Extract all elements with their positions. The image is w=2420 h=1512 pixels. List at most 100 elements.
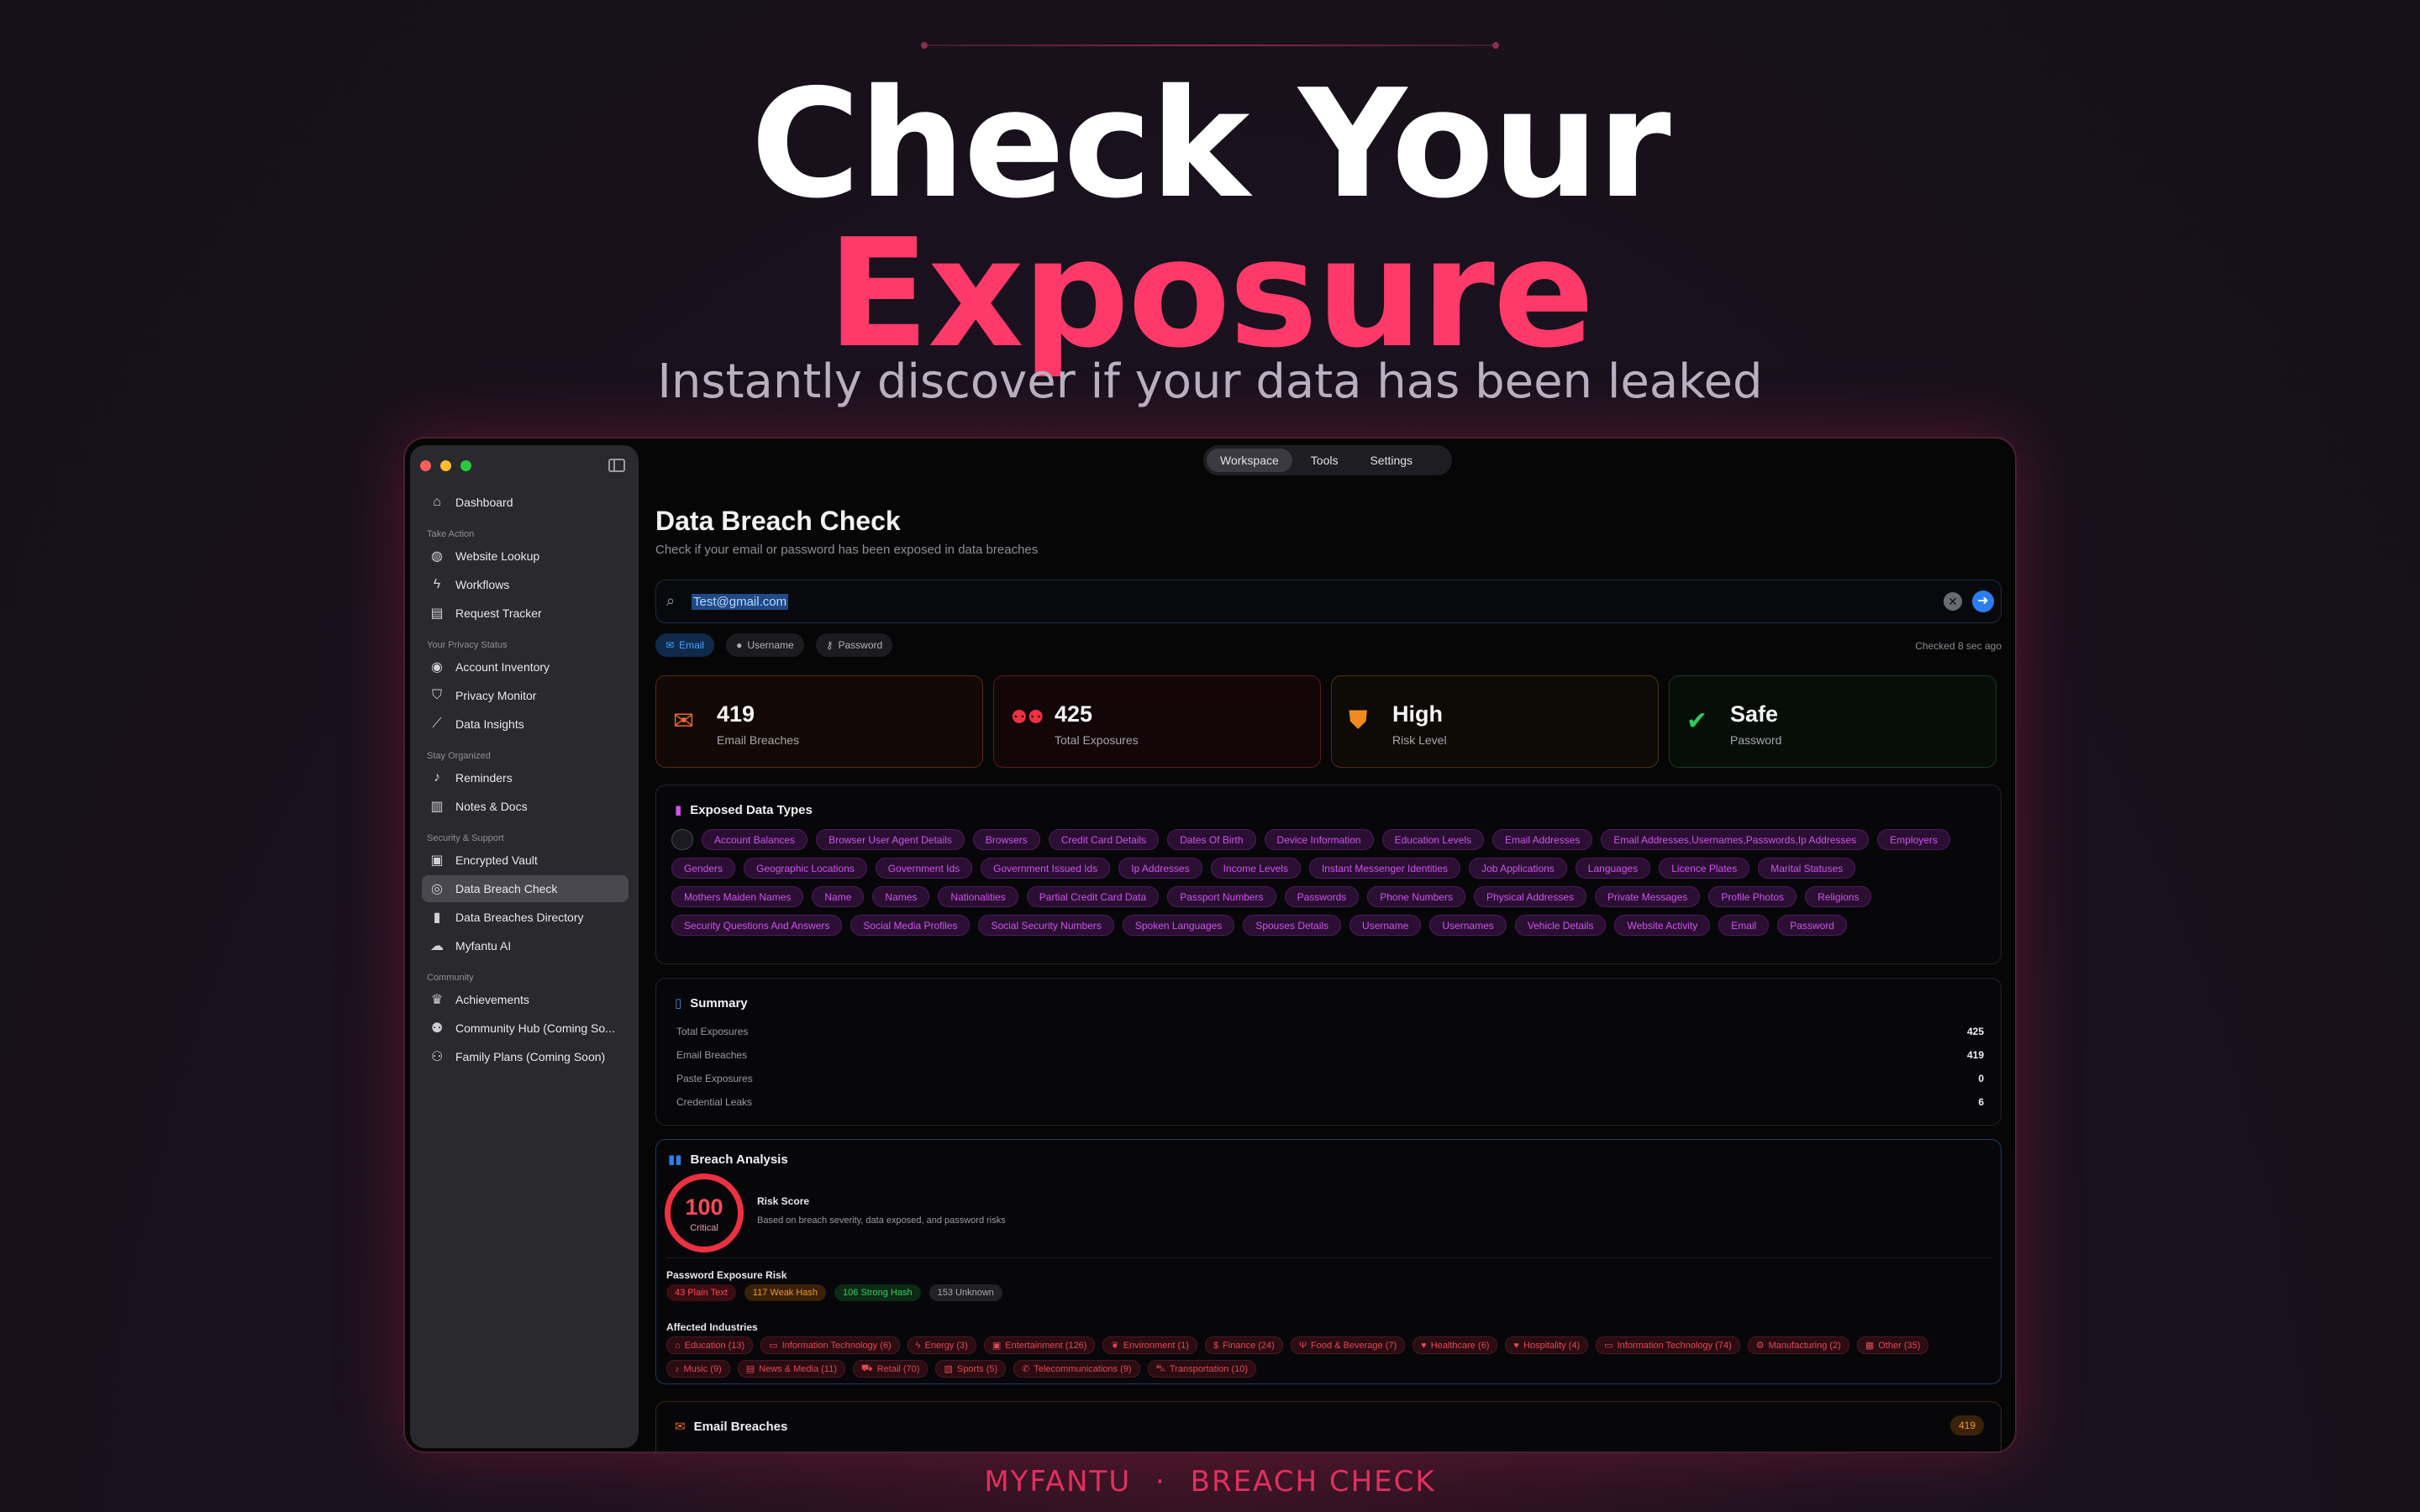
breach-icon: ◎ [431, 882, 443, 896]
data-type-tag: Email [1718, 915, 1770, 936]
industry-label: Manufacturing (2) [1768, 1340, 1841, 1351]
data-type-tag: Name [812, 886, 865, 907]
stat-label: Email Breaches [717, 733, 800, 747]
mode-email-pill[interactable]: ✉ Email [655, 633, 715, 657]
sidebar-section-security-support: Security & Support [427, 833, 504, 843]
data-type-tag: Government Ids [875, 858, 973, 879]
data-type-tag: Account Balances [702, 829, 808, 850]
envelope-icon: ✉ [675, 1420, 686, 1434]
document-icon: ▯ [675, 996, 682, 1011]
breach-analysis-header: ▮▮ Breach Analysis [668, 1152, 788, 1168]
email-breaches-card: ✉ Email Breaches 419 [655, 1401, 2002, 1452]
envelope-icon: ✉ [673, 707, 695, 735]
password-risk-badge: 117 Weak Hash [744, 1284, 827, 1301]
sidebar-item-notes-docs[interactable]: ▥ Notes & Docs [422, 793, 629, 820]
sidebar-section-community: Community [427, 973, 474, 983]
sports-icon: ▧ [944, 1364, 953, 1374]
breach-analysis-card: ▮▮ Breach Analysis 100 Critical Risk Sco… [655, 1139, 2002, 1384]
sidebar-item-data-insights[interactable]: ⟋ Data Insights [422, 711, 629, 738]
industry-label: Finance (24) [1223, 1340, 1275, 1351]
sidebar-item-label: Dashboard [455, 496, 513, 509]
industry-label: Entertainment (126) [1005, 1340, 1087, 1351]
stat-value: 419 [717, 701, 755, 727]
data-type-tag: Income Levels [1210, 858, 1301, 879]
mode-password-pill[interactable]: ⚷ Password [815, 633, 893, 657]
summary-row-label: Paste Exposures [676, 1073, 753, 1084]
mode-username-pill[interactable]: ● Username [726, 633, 804, 657]
sidebar-item-data-breaches-directory[interactable]: ▮ Data Breaches Directory [422, 904, 629, 931]
sidebar-item-family-plans-coming-soon[interactable]: ⚇ Family Plans (Coming Soon) [422, 1043, 629, 1070]
lock-icon: ▣ [430, 853, 444, 868]
minimize-window-button[interactable] [440, 460, 451, 471]
sidebar-item-encrypted-vault[interactable]: ▣ Encrypted Vault [422, 847, 629, 874]
hero-subtitle: Instantly discover if your data has been… [657, 354, 1763, 409]
stat-card-total-exposures: ⚉⚉ 425 Total Exposures [993, 675, 1321, 768]
exposed-data-card: ▮ Exposed Data Types Account Balances Bro… [655, 785, 2002, 964]
data-type-tag: Ip Addresses [1118, 858, 1202, 879]
sidebar-item-label: Community Hub (Coming So... [455, 1021, 615, 1035]
sidebar-item-account-inventory[interactable]: ◉ Account Inventory [422, 654, 629, 680]
data-type-tag: Username [1349, 915, 1422, 936]
sidebar-item-myfantu-ai[interactable]: ☁ Myfantu AI [422, 932, 629, 959]
cart-icon: ⛟ [860, 1362, 873, 1373]
data-type-tag: Government Issued Ids [981, 858, 1111, 879]
industry-label: Music (9) [683, 1363, 722, 1374]
close-window-button[interactable] [420, 460, 431, 471]
page-subtitle: Check if your email or password has been… [655, 543, 1039, 557]
data-type-tag: Passport Numbers [1167, 886, 1276, 907]
bolt-icon: ϟ [915, 1340, 921, 1351]
clear-icon[interactable]: ✕ [1944, 592, 1962, 611]
risk-score-label: Critical [690, 1223, 718, 1233]
search-input[interactable]: Test@gmail.com [692, 594, 789, 610]
monitor-icon: ▭ [769, 1341, 778, 1351]
sidebar-item-workflows[interactable]: ϟ Workflows [422, 571, 629, 598]
sidebar-item-request-tracker[interactable]: ▤ Request Tracker [422, 600, 629, 627]
submit-arrow-icon[interactable]: ➜ [1972, 591, 1994, 612]
industry-label: Education (13) [684, 1340, 745, 1351]
search-icon: ⌕ [666, 592, 676, 609]
sidebar-item-dashboard[interactable]: ⌂ Dashboard [422, 489, 629, 516]
fork-icon: Ψ [1298, 1340, 1307, 1351]
data-type-tag: Geographic Locations [744, 858, 867, 879]
industry-tag: ⌂ Education (13) [666, 1336, 754, 1354]
sidebar-item-community-hub-coming-so[interactable]: ⚉ Community Hub (Coming So... [422, 1015, 629, 1042]
bell-icon: ♪ [434, 770, 440, 785]
industry-tag: ▭ Information Technology (74) [1596, 1336, 1740, 1354]
data-type-tag: Dates Of Birth [1167, 829, 1256, 850]
data-type-tag: Security Questions And Answers [671, 915, 843, 936]
sidebar-item-privacy-monitor[interactable]: ⛉ Privacy Monitor [422, 682, 629, 709]
industry-label: Retail (70) [876, 1363, 920, 1374]
sidebar-section-stay-organized: Stay Organized [427, 751, 491, 761]
stat-value: Safe [1730, 701, 1779, 727]
zoom-window-button[interactable] [460, 460, 471, 471]
globe-icon: ◍ [431, 549, 443, 564]
data-type-tag: Email Addresses,Usernames,Passwords,Ip A… [1601, 829, 1870, 850]
trophy-icon: ♛ [430, 993, 444, 1007]
stat-label: Total Exposures [1055, 733, 1139, 747]
email-breaches-title: Email Breaches [693, 1419, 788, 1434]
document-icon: ▤ [430, 606, 444, 621]
sidebar-item-data-breach-check[interactable]: ◎ Data Breach Check [422, 875, 629, 902]
industry-label: Hospitality (4) [1523, 1340, 1581, 1351]
data-type-tag: Employers [1877, 829, 1950, 850]
sidebar-item-label: Data Breaches Directory [455, 911, 584, 924]
sidebar-section-take-action: Take Action [427, 529, 475, 539]
risk-score-title: Risk Score [757, 1195, 810, 1207]
industry-tag: ⛍ Transportation (10) [1147, 1360, 1257, 1378]
sidebar-item-website-lookup[interactable]: ◍ Website Lookup [422, 543, 629, 570]
warning-shield-icon: ⛊ [1349, 706, 1368, 734]
data-type-tag: Job Applications [1469, 858, 1567, 879]
sidebar-toggle-icon[interactable] [608, 459, 625, 472]
stat-card-email-breaches: ✉ 419 Email Breaches [655, 675, 983, 768]
sidebar-item-reminders[interactable]: ♪ Reminders [422, 764, 629, 791]
data-type-tag: Spouses Details [1243, 915, 1342, 936]
stat-value: High [1392, 701, 1443, 727]
search-field[interactable]: ⌕ Test@gmail.com ✕ ➜ [655, 580, 2002, 623]
footer-product-name: BREACH CHECK [1190, 1465, 1436, 1499]
shield-icon: ⛉ [431, 688, 442, 702]
industry-tag: ▭ Information Technology (6) [760, 1336, 900, 1354]
industry-label: Environment (1) [1123, 1340, 1189, 1351]
divider [666, 1257, 1992, 1258]
sidebar-item-achievements[interactable]: ♛ Achievements [422, 986, 629, 1013]
password-risk-badge: 106 Strong Hash [834, 1284, 921, 1301]
